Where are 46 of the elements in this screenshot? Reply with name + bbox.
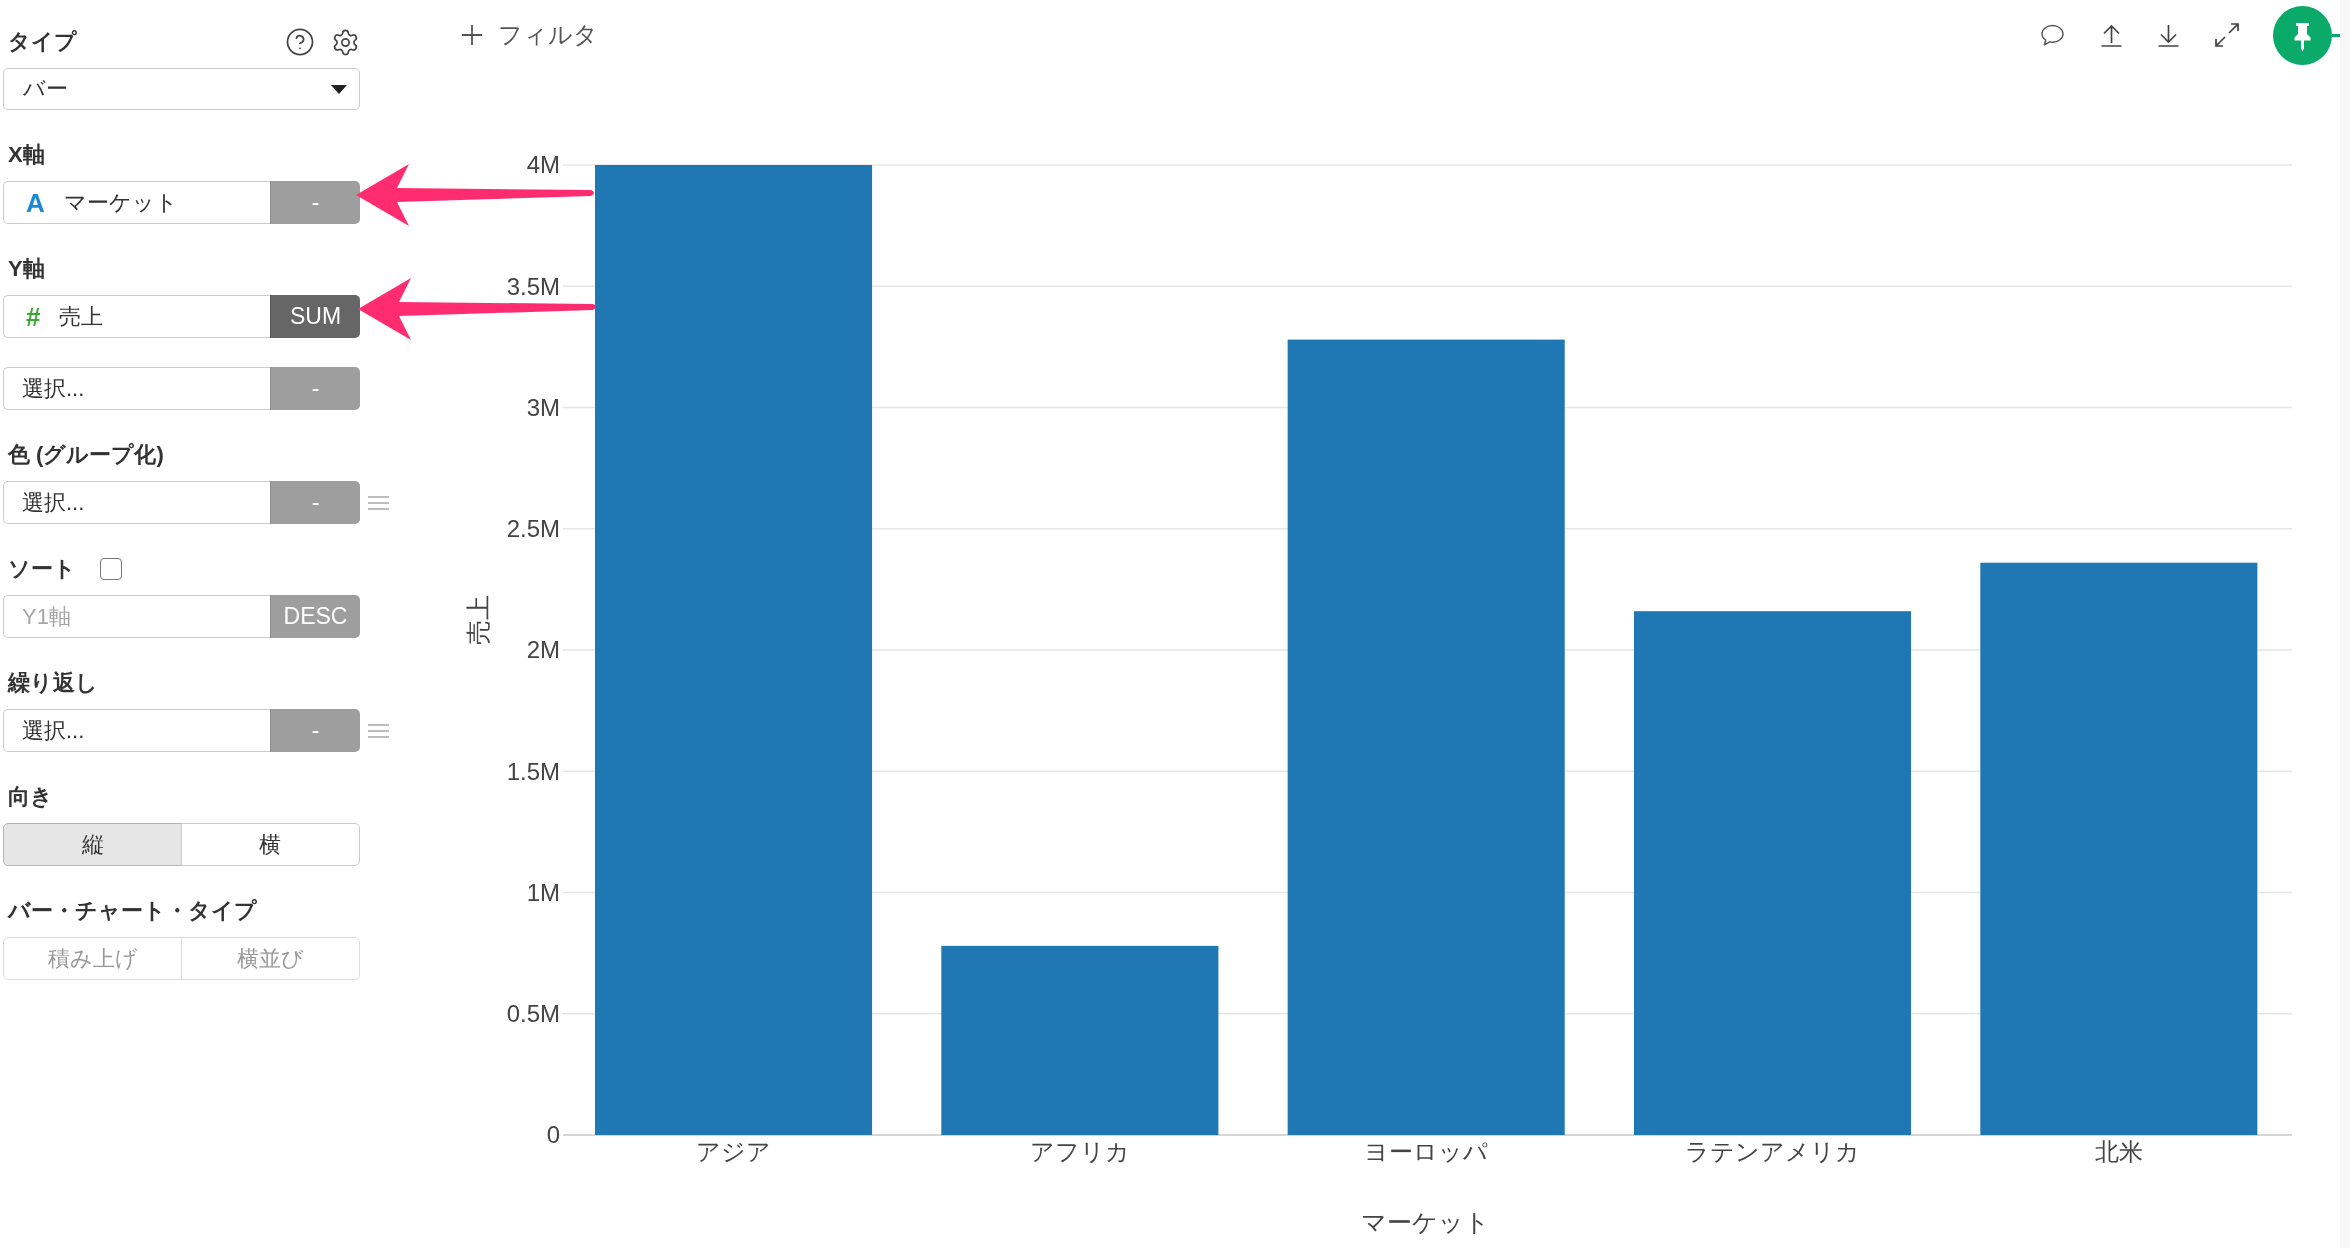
segment-button[interactable]: 横 [180,823,360,866]
axis-tick-label: 4M [526,151,560,179]
axis-tick-label: アジア [696,1138,772,1166]
data-type-glyph: A [26,189,45,216]
axis-tick-label: 1.5M [506,757,560,785]
axis-title: マーケット [1361,1207,1490,1236]
upload-icon[interactable] [2101,23,2122,47]
section-label: 向き [7,783,53,811]
segment-button[interactable]: 縦 [3,823,183,866]
axis-tick-label: 2.5M [506,515,560,543]
column-select[interactable]: # 売上 [3,295,270,338]
column-select[interactable]: 選択... [3,481,270,524]
axis-tick-label: 0 [546,1121,560,1149]
axis-tick-label: 1M [526,878,560,906]
add-filter-button[interactable]: フィルタ [462,19,598,51]
axis-tick-label: アフリカ [1029,1138,1130,1166]
column-select[interactable]: 選択... [3,709,270,752]
plus-icon [462,25,482,45]
axis-tick-label: 2M [526,636,560,664]
pin-icon[interactable] [2273,5,2332,65]
chart-type-select[interactable]: バー [3,68,360,110]
section-label: 色 (グループ化) [7,441,164,469]
section-label: X軸 [7,141,45,169]
axis-tick-label: 0.5M [506,1000,560,1028]
section-label: タイプ [7,28,77,56]
section-label: Y軸 [7,255,45,283]
comment-icon[interactable] [2040,23,2065,47]
expand-icon[interactable] [2215,23,2239,47]
axis-tick-label: ラテンアメリカ [1685,1138,1860,1166]
axis-tick-label: 3M [526,393,560,421]
download-icon[interactable] [2158,23,2179,47]
section-label: ソート [7,555,76,583]
field-option-button[interactable]: SUM [270,295,360,338]
axis-tick-label: 北米 [2094,1138,2143,1166]
section-label: バー・チャート・タイプ [6,897,257,925]
axis-tick-label: 3.5M [506,272,560,300]
axis-tick-label: ヨーロッパ [1364,1138,1489,1166]
section-label: 繰り返し [6,669,98,697]
settings-icon[interactable] [331,27,360,57]
caret-icon [331,84,347,94]
axis-title: 売上 [463,595,492,645]
column-select[interactable]: A マーケット [3,181,270,224]
data-type-glyph: # [26,303,41,330]
help-icon[interactable] [285,27,315,57]
checkbox[interactable] [100,558,122,580]
column-select[interactable]: 選択... [3,367,270,410]
